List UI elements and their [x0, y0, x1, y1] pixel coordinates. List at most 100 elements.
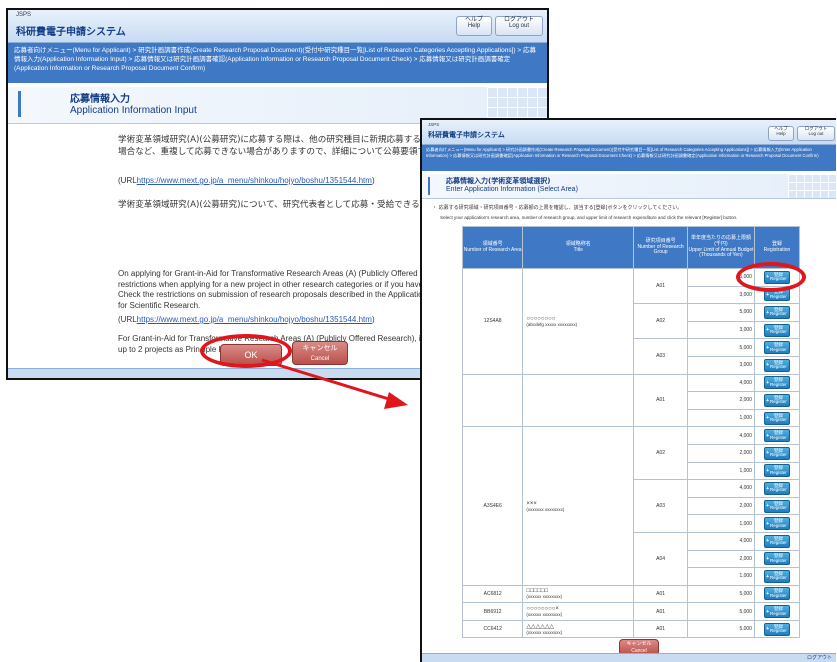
- help-button[interactable]: ヘルプ Help: [456, 16, 492, 36]
- col-area-number: 領域番号 Number of Research Area: [461, 226, 524, 269]
- register-button[interactable]: + 登録 Register: [764, 446, 790, 460]
- col-limit: 単年度当たりの応募上限額(千円) Upper Limit of Annual B…: [687, 226, 755, 269]
- register-cell: + 登録 Register: [753, 303, 801, 322]
- page-title-en-2: Enter Application Information (Select Ar…: [446, 186, 578, 193]
- limit-cell: 3,000: [687, 285, 755, 305]
- group-number-cell: A03: [633, 338, 688, 375]
- limit-cell: 5,000: [687, 602, 755, 621]
- register-cell: + 登録 Register: [753, 426, 801, 445]
- register-button[interactable]: + 登録 Register: [764, 552, 790, 566]
- area-number-cell: [461, 373, 524, 428]
- plus-icon: +: [766, 397, 770, 404]
- group-number-cell: A03: [633, 479, 688, 533]
- plus-icon: +: [766, 450, 770, 457]
- select-area-window: JSPS 科研費電子申請システム ヘルプ Help ログアウト Log out …: [420, 118, 836, 662]
- register-button[interactable]: + 登録 Register: [764, 411, 790, 425]
- plus-icon: +: [766, 503, 770, 510]
- ok-button[interactable]: OK: [220, 344, 282, 366]
- plus-icon: +: [766, 362, 770, 369]
- col-register: 登録 Registration: [753, 226, 801, 269]
- register-button[interactable]: + 登録 Register: [764, 376, 790, 390]
- register-cell: + 登録 Register: [753, 268, 801, 287]
- help-label-en: Help: [467, 23, 481, 30]
- limit-cell: 1,000: [687, 514, 755, 533]
- cancel-button[interactable]: キャンセル Cancel: [292, 341, 348, 365]
- limit-cell: 2,000: [687, 391, 755, 410]
- area-number-cell: AC6812: [461, 584, 524, 604]
- logout-label-en: Log out: [508, 23, 530, 30]
- area-number-cell: BB6912: [461, 602, 524, 621]
- register-button[interactable]: + 登録 Register: [764, 481, 790, 495]
- page-title-band-2: 応募情報入力(学術変革領域選択) Enter Application Infor…: [422, 174, 836, 199]
- register-button[interactable]: + 登録 Register: [764, 341, 790, 355]
- register-button[interactable]: + 登録 Register: [764, 305, 790, 319]
- register-button[interactable]: + 登録 Register: [764, 569, 790, 583]
- register-button[interactable]: + 登録 Register: [764, 499, 790, 513]
- limit-cell: 2,000: [687, 443, 755, 463]
- register-cell: + 登録 Register: [753, 391, 801, 410]
- logout-button-2[interactable]: ログアウト Log out: [797, 126, 835, 141]
- area-number-cell: 12S4A8: [461, 268, 524, 375]
- limit-cell: 5,000: [687, 268, 755, 287]
- register-button[interactable]: + 登録 Register: [764, 622, 790, 636]
- register-button[interactable]: + 登録 Register: [764, 605, 790, 619]
- register-button[interactable]: + 登録 Register: [764, 288, 790, 302]
- register-cell: + 登録 Register: [753, 602, 801, 621]
- group-number-cell: A01: [633, 584, 688, 604]
- register-cell: + 登録 Register: [753, 619, 801, 639]
- register-button[interactable]: + 登録 Register: [764, 270, 790, 284]
- plus-icon: +: [766, 344, 770, 351]
- register-button[interactable]: + 登録 Register: [764, 534, 790, 548]
- register-button[interactable]: + 登録 Register: [764, 517, 790, 531]
- group-number-cell: A02: [633, 303, 688, 340]
- plus-icon: +: [766, 274, 770, 281]
- table-row: A01 4,000 + 登録 Register: [461, 373, 801, 428]
- register-cell: + 登録 Register: [753, 408, 801, 428]
- page-title-jp-2: 応募情報入力(学術変革領域選択): [446, 177, 551, 185]
- plus-icon: +: [766, 485, 770, 492]
- plus-icon: +: [766, 380, 770, 387]
- limit-cell: 4,000: [687, 479, 755, 498]
- plus-icon: +: [766, 608, 770, 615]
- area-title-cell: ○○○○○○○○× (xxxxxx xxxxxxxx): [522, 602, 635, 621]
- brand-jsps: JSPS: [16, 12, 32, 18]
- register-button[interactable]: + 登録 Register: [764, 323, 790, 337]
- logout-button[interactable]: ログアウト Log out: [495, 16, 543, 36]
- footer-logout-link[interactable]: ログアウト: [807, 654, 832, 661]
- system-name-2: 科研費電子申請システム: [428, 131, 505, 139]
- area-title-cell: □□□□□□ (xxxxxx xxxxxxxx): [522, 584, 635, 604]
- area-table: 領域番号 Number of Research Area 領域略称名 Title…: [461, 226, 801, 639]
- group-number-cell: A04: [633, 531, 688, 586]
- limit-cell: 4,000: [687, 531, 755, 551]
- table-row: CC6412 △△△△△△ (xxxxxx xxxxxxxx) A01 5,000 + 登録…: [461, 619, 801, 639]
- breadcrumb-text: 応募者向けメニュー(Menu for Applicant) > 研究計画調書作成…: [14, 47, 536, 73]
- page-title-jp: 応募情報入力: [70, 94, 130, 105]
- register-button[interactable]: + 登録 Register: [764, 429, 790, 443]
- mext-link-2[interactable]: https://www.mext.go.jp/a_menu/shinkou/ho…: [137, 315, 372, 324]
- register-button[interactable]: + 登録 Register: [764, 587, 790, 601]
- col-title: 領域略称名 Title: [522, 226, 635, 269]
- limit-cell: 1,000: [687, 408, 755, 428]
- register-button[interactable]: + 登録 Register: [764, 464, 790, 478]
- plus-icon: +: [766, 538, 770, 545]
- register-button[interactable]: + 登録 Register: [764, 393, 790, 407]
- limit-cell: 4,000: [687, 426, 755, 445]
- area-number-cell: CC6412: [461, 619, 524, 639]
- col-group: 研究項目番号 Number of Research Group: [633, 226, 688, 269]
- area-title-cell: △△△△△△ (xxxxxx xxxxxxxx): [522, 619, 635, 639]
- table-row: AC6812 □□□□□□ (xxxxxx xxxxxxxx) A01 5,000 + 登録…: [461, 584, 801, 604]
- mext-link-1[interactable]: https://www.mext.go.jp/a_menu/shinkou/ho…: [137, 176, 372, 185]
- area-title-en: (xxxxxxx xxxxxxxx): [526, 506, 565, 512]
- register-cell: + 登録 Register: [753, 373, 801, 393]
- area-title-en: (xxxxxx xxxxxxxx): [526, 612, 563, 618]
- limit-cell: 4,000: [687, 373, 755, 393]
- area-title-cell: ○○○○○○○○ (abcdefg xxxxx xxxxxxxx): [522, 268, 635, 375]
- table-row: 12S4A8 ○○○○○○○○ (abcdefg xxxxx xxxxxxxx) A0…: [461, 267, 801, 375]
- plus-icon: +: [766, 520, 770, 527]
- limit-cell: 1,000: [687, 567, 755, 586]
- register-button[interactable]: + 登録 Register: [764, 358, 790, 372]
- help-button-2[interactable]: ヘルプ Help: [768, 126, 794, 141]
- plus-icon: +: [766, 573, 770, 580]
- table-row: A3S4E6 ××× (xxxxxxx xxxxxxxx) A02 4,000 + 登録 Re…: [461, 426, 801, 586]
- register-cell: + 登録 Register: [753, 496, 801, 516]
